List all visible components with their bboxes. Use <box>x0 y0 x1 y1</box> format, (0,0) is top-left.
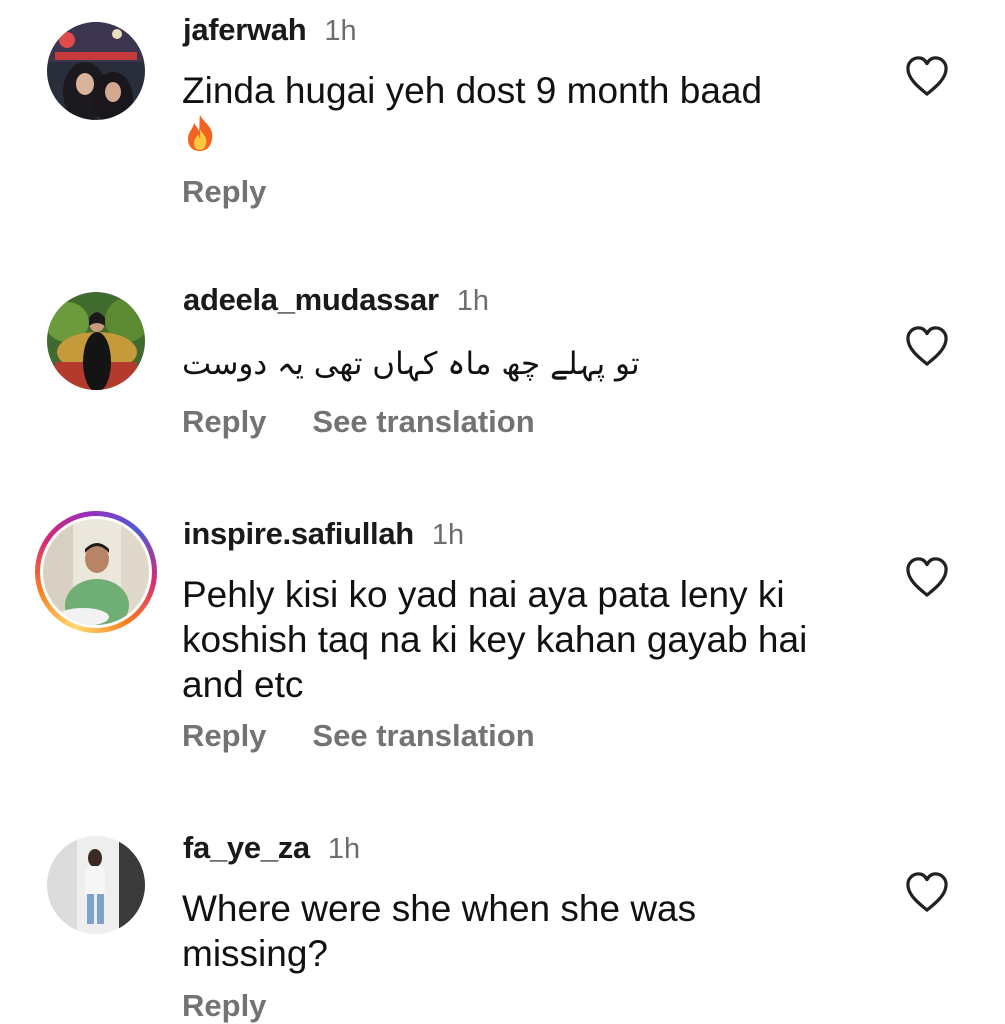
username[interactable]: adeela_mudassar <box>183 282 439 318</box>
comment-text: Pehly kisi ko yad nai aya pata leny ki k… <box>182 574 808 705</box>
comment-text: Where were she when she was missing? <box>182 888 697 974</box>
see-translation-button[interactable]: See translation <box>312 718 534 754</box>
reply-button[interactable]: Reply <box>182 988 266 1024</box>
timestamp: 1h <box>456 285 489 317</box>
comment-text: Zinda hugai yeh dost 9 month baad <box>182 68 862 158</box>
username[interactable]: fa_ye_za <box>183 830 310 866</box>
story-ring[interactable] <box>35 511 157 633</box>
timestamp: 1h <box>327 833 361 865</box>
reply-button[interactable]: Reply <box>182 174 266 210</box>
username[interactable]: inspire.safiullah <box>183 516 414 552</box>
avatar[interactable] <box>47 292 145 390</box>
reply-button[interactable]: Reply <box>182 404 266 440</box>
avatar[interactable] <box>43 519 149 625</box>
avatar[interactable] <box>47 836 145 934</box>
see-translation-button[interactable]: See translation <box>312 404 534 440</box>
timestamp: 1h <box>324 15 357 47</box>
reply-button[interactable]: Reply <box>182 718 266 754</box>
heart-outline-icon[interactable] <box>904 556 950 598</box>
username[interactable]: jaferwah <box>183 12 307 48</box>
fire-emoji-icon <box>182 113 218 153</box>
heart-outline-icon[interactable] <box>904 871 950 913</box>
comment-text: تو پہلے چھ ماہ کہاں تھی یہ دوست <box>182 346 640 382</box>
avatar[interactable] <box>47 22 145 120</box>
heart-outline-icon[interactable] <box>904 55 950 97</box>
heart-outline-icon[interactable] <box>904 325 950 367</box>
timestamp: 1h <box>431 519 465 551</box>
